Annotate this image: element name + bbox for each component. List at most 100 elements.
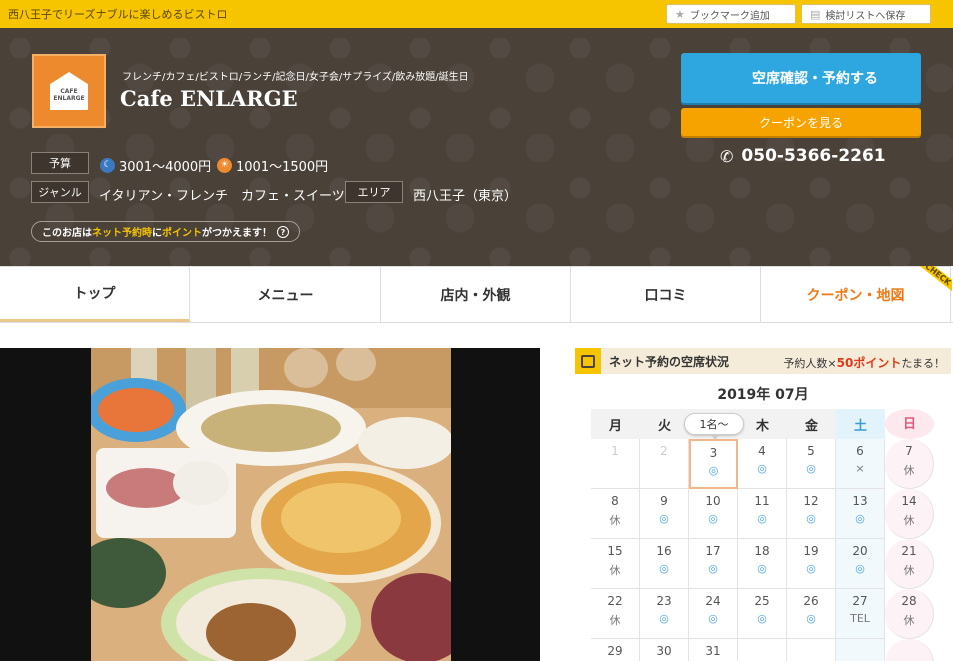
- calendar-day[interactable]: 14 休: [885, 489, 934, 539]
- calendar-day[interactable]: 23 ◎: [640, 589, 689, 639]
- phone-value: 050-5366-2261: [741, 146, 886, 166]
- day-number: 15: [607, 544, 623, 558]
- availability-mark: ◎: [855, 512, 865, 525]
- party-size-popup[interactable]: 1名～: [684, 413, 744, 440]
- availability-mark: ◎: [708, 512, 718, 525]
- availability-mark: ◎: [806, 462, 816, 475]
- day-number: 17: [705, 544, 721, 558]
- calendar-day[interactable]: 26 ◎: [787, 589, 836, 639]
- top-bar: 西八王子でリーズナブルに楽しめるビストロ ★ ブックマーク追加 ▤ 検討リストへ…: [0, 0, 953, 28]
- calendar-day[interactable]: 28 休: [885, 589, 934, 639]
- tagline: 西八王子でリーズナブルに楽しめるビストロ: [8, 8, 228, 21]
- availability-mark: ◎: [708, 562, 718, 575]
- tab-top[interactable]: トップ: [0, 266, 190, 322]
- calendar-day[interactable]: 16 ◎: [640, 539, 689, 589]
- calendar-day[interactable]: 5 ◎: [787, 439, 836, 489]
- day-number: 23: [656, 594, 672, 608]
- calendar-day[interactable]: 8休: [591, 489, 640, 539]
- calendar-day[interactable]: 1: [591, 439, 640, 489]
- tab-interior[interactable]: 店内・外観: [381, 266, 571, 322]
- day-number: 3: [709, 446, 718, 460]
- day-number: 5: [807, 444, 815, 458]
- day-number: 6: [856, 444, 864, 458]
- availability-mark: ◎: [659, 612, 669, 625]
- calendar-day[interactable]: 10 ◎: [689, 489, 738, 539]
- budget-dinner: ☾ 3001～4000円: [100, 156, 211, 175]
- calendar-day[interactable]: 7休: [885, 439, 934, 489]
- points-note-points: 50ポイント: [836, 356, 902, 370]
- calendar-day[interactable]: 3 ◎: [689, 439, 738, 489]
- day-number: 19: [803, 544, 819, 558]
- check-badge-label: CHECK: [910, 266, 952, 298]
- availability-mark: 休: [903, 564, 915, 577]
- tab-reviews[interactable]: 口コミ: [571, 266, 761, 322]
- calendar-day[interactable]: 11 ◎: [738, 489, 787, 539]
- calendar-day[interactable]: 22 休: [591, 589, 640, 639]
- calendar-day[interactable]: 31: [689, 639, 738, 661]
- weekday-header: 月: [591, 409, 640, 439]
- availability-mark: ◎: [806, 612, 816, 625]
- shop-logo: CAFE ENLARGE: [32, 54, 106, 128]
- calendar-day[interactable]: 24 ◎: [689, 589, 738, 639]
- coupon-button[interactable]: クーポンを見る: [681, 108, 921, 136]
- calendar-day[interactable]: 13 ◎: [836, 489, 885, 539]
- availability-mark: ◎: [855, 562, 865, 575]
- save-list-button[interactable]: ▤ 検討リストへ保存: [801, 4, 931, 24]
- star-icon: ★: [675, 7, 685, 21]
- points-text-mid: に: [152, 228, 162, 239]
- calendar-day[interactable]: 15 休: [591, 539, 640, 589]
- day-number: 11: [754, 494, 770, 508]
- availability-mark: 休: [903, 514, 915, 527]
- calendar-day[interactable]: 6 ×: [836, 439, 885, 489]
- day-number: 10: [705, 494, 721, 508]
- calendar-day[interactable]: 12 ◎: [787, 489, 836, 539]
- day-number: 2: [660, 444, 668, 458]
- sun-icon: ☀: [217, 158, 232, 173]
- availability-mark: 休: [609, 614, 621, 627]
- calendar-day[interactable]: 2: [640, 439, 689, 489]
- availability-mark: TEL: [850, 612, 870, 625]
- availability-mark: ◎: [757, 512, 767, 525]
- phone-icon: ✆: [720, 146, 734, 166]
- shop-header: CAFE ENLARGE フレンチ/カフェ/ビストロ/ランチ/記念日/女子会/サ…: [0, 28, 953, 266]
- availability-mark: ◎: [806, 512, 816, 525]
- calendar-year-month: 2019年 07月: [717, 387, 809, 403]
- day-number: 13: [852, 494, 868, 508]
- availability-mark: ◎: [659, 512, 669, 525]
- moon-icon: ☾: [100, 158, 115, 173]
- calendar-day: [787, 639, 836, 661]
- reserve-button[interactable]: 空席確認・予約する: [681, 53, 921, 103]
- calendar-title: ネット予約の空席状況: [609, 355, 730, 369]
- points-notice[interactable]: このお店は ネット予約時にポイント がつかえます！ ?: [31, 221, 300, 242]
- calendar-day[interactable]: 4 ◎: [738, 439, 787, 489]
- availability-mark: ◎: [757, 612, 767, 625]
- calendar-header: ネット予約の空席状況 予約人数×50ポイントたまる！: [575, 348, 951, 374]
- calendar-day[interactable]: 25 ◎: [738, 589, 787, 639]
- main-food-photo[interactable]: [91, 348, 451, 661]
- calendar-day[interactable]: 18 ◎: [738, 539, 787, 589]
- calendar-day[interactable]: 20 ◎: [836, 539, 885, 589]
- shop-genres: フレンチ/カフェ/ビストロ/ランチ/記念日/女子会/サプライズ/飲み放題/誕生日: [122, 72, 469, 83]
- calendar-day[interactable]: 9 ◎: [640, 489, 689, 539]
- day-number: 31: [705, 644, 721, 658]
- day-number: 14: [901, 494, 917, 508]
- calendar-day[interactable]: 17 ◎: [689, 539, 738, 589]
- weekday-header: 火: [640, 409, 689, 439]
- phone-number[interactable]: ✆ 050-5366-2261: [720, 146, 886, 166]
- bookmark-button[interactable]: ★ ブックマーク追加: [666, 4, 796, 24]
- help-icon[interactable]: ?: [277, 225, 289, 238]
- calendar-day[interactable]: 19 ◎: [787, 539, 836, 589]
- day-number: 21: [901, 544, 917, 558]
- tab-menu[interactable]: メニュー: [191, 266, 381, 322]
- check-badge: CHECK: [906, 266, 952, 298]
- calendar-day[interactable]: 21 休: [885, 539, 934, 589]
- page-root: 西八王子でリーズナブルに楽しめるビストロ ★ ブックマーク追加 ▤ 検討リストへ…: [0, 0, 953, 661]
- budget-label: 予算: [31, 152, 89, 174]
- genre-value: イタリアン・フレンチ カフェ・スイーツ: [99, 189, 345, 204]
- budget-lunch-value: 1001～1500円: [236, 160, 329, 175]
- calendar-day[interactable]: 27 TEL: [836, 589, 885, 639]
- calendar-day[interactable]: 29: [591, 639, 640, 661]
- budget-dinner-value: 3001～4000円: [119, 160, 212, 175]
- calendar-day[interactable]: 30: [640, 639, 689, 661]
- availability-mark: ◎: [708, 464, 719, 477]
